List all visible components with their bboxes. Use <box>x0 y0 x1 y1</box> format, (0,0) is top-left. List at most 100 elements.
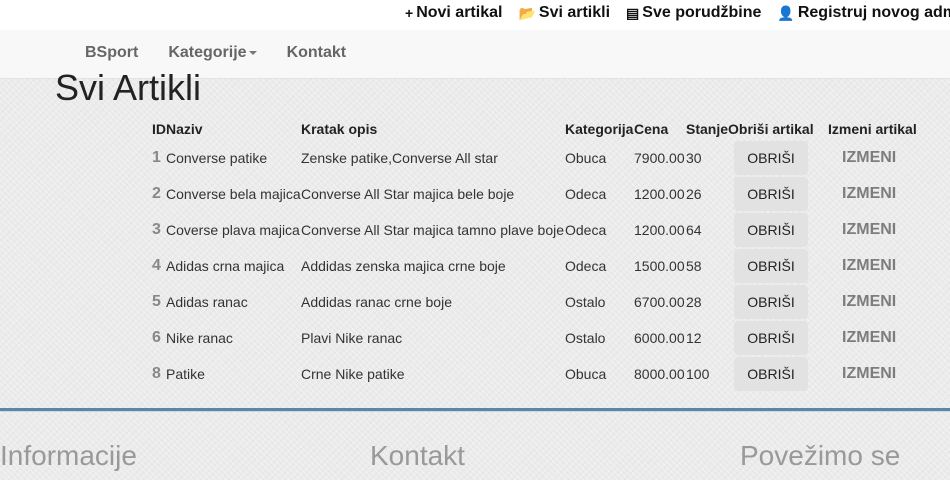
delete-button[interactable]: OBRIŠI <box>734 141 809 175</box>
row-description: Plavi Nike ranac <box>301 330 403 346</box>
row-id: 2 <box>152 185 161 202</box>
table-row: 4 Adidas crna majica Addidas zenska majica… <box>150 248 917 284</box>
row-category: Odeca <box>565 258 607 274</box>
header-description: Kratak opis <box>301 121 378 137</box>
row-name: Converse bela majica <box>166 186 301 202</box>
row-stock: 12 <box>686 330 702 346</box>
row-id: 5 <box>152 293 161 310</box>
row-delete-cell: OBRIŠI <box>728 356 828 392</box>
row-stock: 64 <box>686 222 702 238</box>
row-category: Obuca <box>565 150 607 166</box>
header-id: ID <box>152 121 166 137</box>
row-category: Odeca <box>565 222 607 238</box>
row-delete-cell: OBRIŠI <box>728 320 828 356</box>
categories-label: Kategorije <box>168 44 247 61</box>
plus-icon: + <box>405 5 414 21</box>
table-row: 2 Converse bela majica Converse All Star m… <box>150 176 917 212</box>
row-description: Addidas ranac crne boje <box>301 294 452 310</box>
edit-link[interactable]: IZMENI <box>842 257 896 275</box>
row-price: 6000.00 <box>634 330 685 346</box>
row-price: 1200.00 <box>634 186 685 202</box>
row-price: 8000.00 <box>634 366 685 382</box>
header-delete: Obriši artikal <box>728 121 814 137</box>
register-admin-label: Registruj novog adm <box>797 4 950 21</box>
edit-link[interactable]: IZMENI <box>842 185 896 203</box>
row-delete-cell: OBRIŠI <box>728 284 828 320</box>
table-header-row: ID Naziv Kratak opis Kategorija Cena Sta… <box>150 118 917 140</box>
user-icon: 👤 <box>777 4 795 21</box>
edit-link[interactable]: IZMENI <box>842 365 896 383</box>
row-id: 8 <box>152 365 161 382</box>
edit-link[interactable]: IZMENI <box>842 293 896 311</box>
row-name: Patike <box>166 366 205 382</box>
row-price: 6700.00 <box>634 294 685 310</box>
delete-button[interactable]: OBRIŠI <box>734 357 809 391</box>
row-category: Odeca <box>565 186 607 202</box>
row-name: Adidas crna majica <box>166 258 285 274</box>
register-admin-link[interactable]: 👤 Registruj novog adm <box>777 4 950 22</box>
row-description: Crne Nike patike <box>301 366 405 382</box>
top-links: + Novi artikal 📂 Svi artikli ▤ Sve porud… <box>405 4 950 22</box>
row-edit-cell: IZMENI <box>828 212 917 248</box>
row-edit-cell: IZMENI <box>828 284 917 320</box>
row-stock: 58 <box>686 258 702 274</box>
table-row: 6 Nike ranac Plavi Nike ranac Ostalo 6000.00… <box>150 320 917 356</box>
table-row: 1 Converse patike Zenske patike,Converse A… <box>150 140 917 176</box>
footer-contact-heading: Kontakt <box>370 440 465 471</box>
all-articles-link[interactable]: 📂 Svi artikli <box>518 4 610 22</box>
row-edit-cell: IZMENI <box>828 320 917 356</box>
row-delete-cell: OBRIŠI <box>728 176 828 212</box>
table-row: 3 Coverse plava majica Converse All Star m… <box>150 212 917 248</box>
row-price: 1500.00 <box>634 258 685 274</box>
header-category: Kategorija <box>565 121 634 137</box>
folder-open-icon: 📂 <box>518 4 536 21</box>
new-article-label: Novi artikal <box>416 4 503 21</box>
header-name: Naziv <box>166 121 203 137</box>
row-id: 3 <box>152 221 161 238</box>
edit-link[interactable]: IZMENI <box>842 221 896 239</box>
row-id: 1 <box>152 149 161 166</box>
new-article-link[interactable]: + Novi artikal <box>405 4 502 22</box>
delete-button[interactable]: OBRIŠI <box>734 249 809 283</box>
table-row: 5 Adidas ranac Addidas ranac crne boje Osta… <box>150 284 917 320</box>
row-edit-cell: IZMENI <box>828 140 917 176</box>
row-name: Nike ranac <box>166 330 233 346</box>
delete-button[interactable]: OBRIŠI <box>734 285 809 319</box>
row-name: Coverse plava majica <box>166 222 300 238</box>
row-delete-cell: OBRIŠI <box>728 140 828 176</box>
row-edit-cell: IZMENI <box>828 248 917 284</box>
row-category: Ostalo <box>565 330 606 346</box>
top-bar: + Novi artikal 📂 Svi artikli ▤ Sve porud… <box>0 0 950 30</box>
all-orders-link[interactable]: ▤ Sve porudžbine <box>626 4 761 22</box>
contact-link[interactable]: Kontakt <box>287 44 347 62</box>
delete-button[interactable]: OBRIŠI <box>734 177 809 211</box>
row-description: Converse All Star majica tamno plave boj… <box>301 222 565 238</box>
row-delete-cell: OBRIŠI <box>728 248 828 284</box>
footer-info-heading: Informacije <box>0 440 137 471</box>
caret-down-icon <box>248 50 257 55</box>
edit-link[interactable]: IZMENI <box>842 149 896 167</box>
articles-table: ID Naziv Kratak opis Kategorija Cena Sta… <box>150 118 917 392</box>
delete-button[interactable]: OBRIŠI <box>734 213 809 247</box>
header-price: Cena <box>634 121 669 137</box>
list-icon: ▤ <box>626 4 640 21</box>
header-stock: Stanje <box>686 121 729 137</box>
row-name: Converse patike <box>166 150 268 166</box>
row-category: Ostalo <box>565 294 606 310</box>
row-id: 6 <box>152 329 161 346</box>
row-name: Adidas ranac <box>166 294 248 310</box>
row-description: Converse All Star majica bele boje <box>301 186 515 202</box>
edit-link[interactable]: IZMENI <box>842 329 896 347</box>
row-stock: 26 <box>686 186 702 202</box>
row-stock: 28 <box>686 294 702 310</box>
row-description: Addidas zenska majica crne boje <box>301 258 506 274</box>
row-price: 7900.00 <box>634 150 685 166</box>
delete-button[interactable]: OBRIŠI <box>734 321 809 355</box>
footer-divider <box>0 408 950 412</box>
row-category: Obuca <box>565 366 607 382</box>
page-title: Svi Artikli <box>55 67 202 108</box>
row-stock: 100 <box>686 366 710 382</box>
row-delete-cell: OBRIŠI <box>728 212 828 248</box>
row-stock: 30 <box>686 150 702 166</box>
row-edit-cell: IZMENI <box>828 176 917 212</box>
